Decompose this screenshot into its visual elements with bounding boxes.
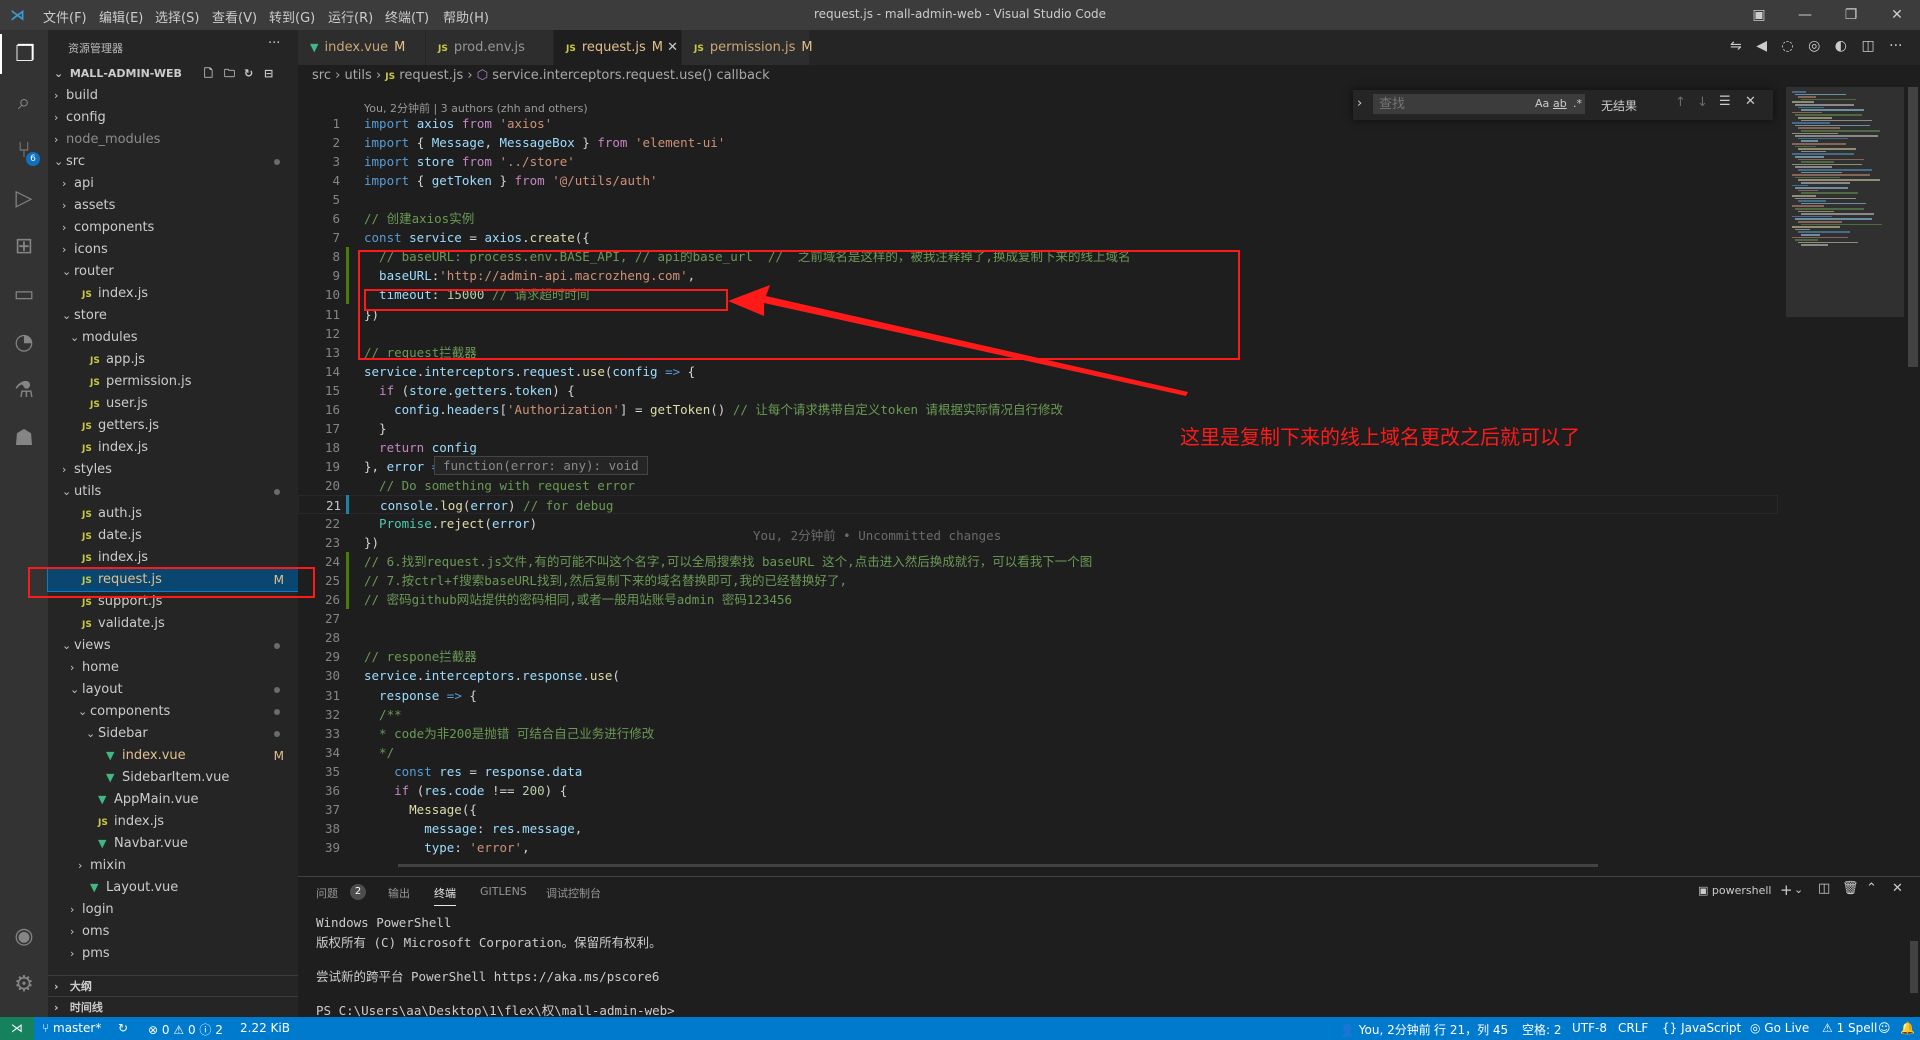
annotation-arrow: [728, 285, 1188, 396]
annotation-note: 这里是复制下来的线上域名更改之后就可以了: [1180, 425, 1580, 449]
annotation-arrow-shape: [728, 285, 1188, 396]
